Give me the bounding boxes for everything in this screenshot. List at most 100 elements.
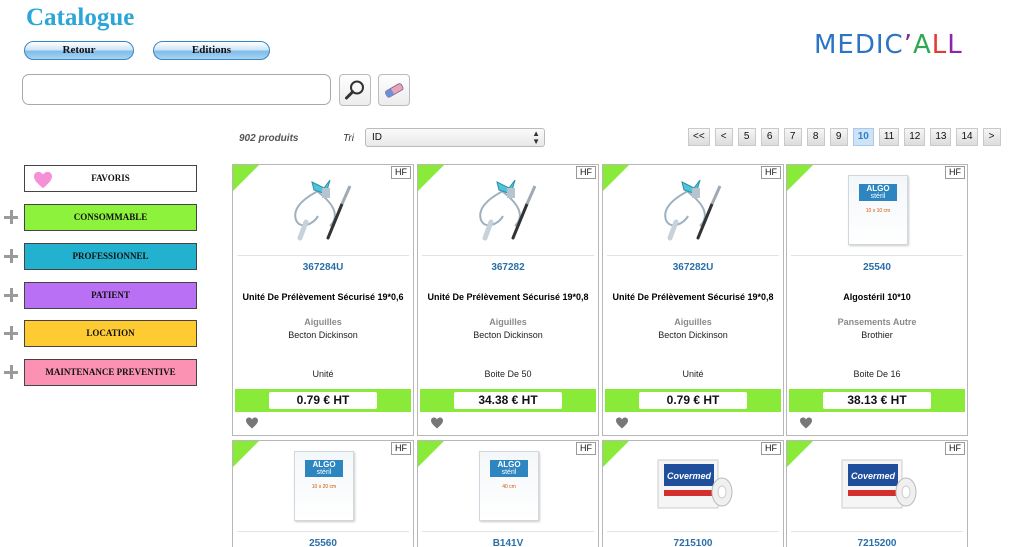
product-image[interactable] bbox=[233, 173, 413, 247]
logo-letter-l2: L bbox=[947, 30, 963, 60]
covermed-label: Covermed bbox=[851, 471, 896, 481]
product-brand: Brothier bbox=[861, 330, 893, 340]
product-conditioning: Unité bbox=[312, 369, 334, 379]
product-ref[interactable]: 25560 bbox=[233, 538, 413, 547]
product-ref[interactable]: 367282U bbox=[603, 262, 783, 273]
category-professionnel[interactable]: PROFESSIONNEL bbox=[24, 243, 197, 270]
editions-button[interactable]: Editions bbox=[153, 41, 270, 60]
page-button-1[interactable]: < bbox=[714, 128, 733, 146]
expand-plus-icon[interactable] bbox=[4, 365, 18, 379]
category-patient[interactable]: PATIENT bbox=[24, 282, 197, 309]
page-button-0[interactable]: << bbox=[688, 128, 710, 146]
product-image[interactable]: Covermed bbox=[787, 449, 967, 523]
page-button-4[interactable]: 7 bbox=[783, 128, 802, 146]
covermed-roll-image: Covermed bbox=[841, 459, 917, 509]
product-card[interactable]: HF Covermed 7215100 bbox=[602, 440, 784, 547]
page-button-5[interactable]: 8 bbox=[806, 128, 825, 146]
eraser-icon bbox=[385, 83, 404, 98]
add-favorite-heart-icon[interactable] bbox=[615, 417, 629, 429]
page-button-6[interactable]: 9 bbox=[829, 128, 848, 146]
page-button-7[interactable]: 10 bbox=[852, 128, 874, 146]
product-count: 902 produits bbox=[239, 133, 299, 144]
product-image[interactable]: ALGO stéril 10 x 20 cm bbox=[233, 449, 413, 523]
page-button-10[interactable]: 13 bbox=[930, 128, 952, 146]
box-size-text: 10 x 10 cm bbox=[865, 208, 891, 214]
product-card[interactable]: HF ALGO stéril 10 x 10 cm 25540 Algostéril 10… bbox=[786, 164, 968, 436]
card-divider bbox=[237, 531, 409, 532]
product-ref[interactable]: 367282 bbox=[418, 262, 598, 273]
product-category: Aiguilles bbox=[304, 317, 342, 327]
product-card[interactable]: HF 367282U Unité De Prélèvement Sécurisé 1… bbox=[602, 164, 784, 436]
pagination: << <5 6 7 8 9 10 11 12 13 14 > bbox=[688, 128, 1001, 146]
product-image[interactable] bbox=[603, 173, 783, 247]
category-label: LOCATION bbox=[86, 328, 135, 338]
box-brand-text: ALGO bbox=[859, 184, 897, 193]
favorite-heart-icon bbox=[34, 171, 52, 189]
product-image[interactable]: ALGO stéril 40 cm bbox=[418, 449, 598, 523]
logo-letter-a: A bbox=[912, 30, 932, 60]
product-ref[interactable]: 25540 bbox=[787, 262, 967, 273]
product-ref[interactable]: B141V bbox=[418, 538, 598, 547]
expand-plus-icon[interactable] bbox=[4, 288, 18, 302]
sort-select[interactable]: ID ▲ ▼ bbox=[365, 128, 545, 147]
page-button-12[interactable]: > bbox=[982, 128, 1001, 146]
page-button-9[interactable]: 12 bbox=[904, 128, 926, 146]
product-ref[interactable]: 7215200 bbox=[787, 538, 967, 547]
product-name[interactable]: Unité De Prélèvement Sécurisé 19*0,6 bbox=[233, 292, 413, 302]
product-card[interactable]: HF ALGO stéril 40 cm B141V bbox=[417, 440, 599, 547]
box-subbrand-text: stéril bbox=[305, 469, 343, 477]
expand-plus-icon[interactable] bbox=[4, 326, 18, 340]
covermed-roll-image: Covermed bbox=[657, 459, 733, 509]
box-brand-text: ALGO bbox=[305, 460, 343, 469]
card-divider bbox=[607, 531, 779, 532]
category-maintenance-preventive[interactable]: MAINTENANCE PREVENTIVE bbox=[24, 359, 197, 386]
clear-search-button[interactable] bbox=[378, 74, 410, 106]
page-button-8[interactable]: 11 bbox=[878, 128, 900, 146]
blood-collection-set-image bbox=[664, 179, 722, 241]
product-name[interactable]: Unité De Prélèvement Sécurisé 19*0,8 bbox=[418, 292, 598, 302]
expand-plus-icon[interactable] bbox=[4, 249, 18, 263]
price-band: 34.38 € HT bbox=[420, 389, 596, 412]
sort-label: Tri bbox=[343, 133, 354, 144]
category-consommable[interactable]: CONSOMMABLE bbox=[24, 204, 197, 231]
product-image[interactable]: Covermed bbox=[603, 449, 783, 523]
product-category: Aiguilles bbox=[489, 317, 527, 327]
logo-part-medic: MEDIC bbox=[814, 30, 904, 60]
product-card[interactable]: HF 367284U Unité De Prélèvement Sécurisé 1… bbox=[232, 164, 414, 436]
add-favorite-heart-icon[interactable] bbox=[245, 417, 259, 429]
box-subbrand-text: stéril bbox=[490, 469, 528, 477]
algosteril-box-image: ALGO stéril 40 cm bbox=[479, 451, 539, 521]
category-favoris[interactable]: FAVORIS bbox=[24, 165, 197, 192]
card-divider bbox=[422, 531, 594, 532]
product-name[interactable]: Algostéril 10*10 bbox=[787, 292, 967, 302]
price-band: 0.79 € HT bbox=[605, 389, 781, 412]
category-location[interactable]: LOCATION bbox=[24, 320, 197, 347]
blood-collection-set-image bbox=[479, 179, 537, 241]
product-card[interactable]: HF 367282 Unité De Prélèvement Sécurisé 19… bbox=[417, 164, 599, 436]
add-favorite-heart-icon[interactable] bbox=[799, 417, 813, 429]
page-title: Catalogue bbox=[26, 4, 135, 31]
product-image[interactable] bbox=[418, 173, 598, 247]
add-favorite-heart-icon[interactable] bbox=[430, 417, 444, 429]
product-name[interactable]: Unité De Prélèvement Sécurisé 19*0,8 bbox=[603, 292, 783, 302]
product-ref[interactable]: 367284U bbox=[233, 262, 413, 273]
category-label: MAINTENANCE PREVENTIVE bbox=[45, 367, 176, 377]
page-button-2[interactable]: 5 bbox=[737, 128, 756, 146]
page-button-11[interactable]: 14 bbox=[956, 128, 978, 146]
product-ref[interactable]: 7215100 bbox=[603, 538, 783, 547]
product-card[interactable]: HF ALGO stéril 10 x 20 cm 25560 bbox=[232, 440, 414, 547]
retour-button[interactable]: Retour bbox=[24, 41, 134, 60]
page-button-3[interactable]: 6 bbox=[760, 128, 779, 146]
product-brand: Becton Dickinson bbox=[658, 330, 728, 340]
search-button[interactable] bbox=[339, 74, 371, 106]
product-category: Pansements Autre bbox=[837, 317, 917, 327]
select-arrows-icon: ▲ ▼ bbox=[532, 129, 540, 146]
product-price: 0.79 € HT bbox=[639, 392, 747, 409]
search-input[interactable] bbox=[22, 74, 331, 105]
sort-select-value: ID bbox=[372, 132, 382, 143]
expand-plus-icon[interactable] bbox=[4, 210, 18, 224]
product-card[interactable]: HF Covermed 7215200 bbox=[786, 440, 968, 547]
product-conditioning: Boite De 16 bbox=[853, 369, 901, 379]
product-image[interactable]: ALGO stéril 10 x 10 cm bbox=[787, 173, 967, 247]
box-brand-text: ALGO bbox=[490, 460, 528, 469]
